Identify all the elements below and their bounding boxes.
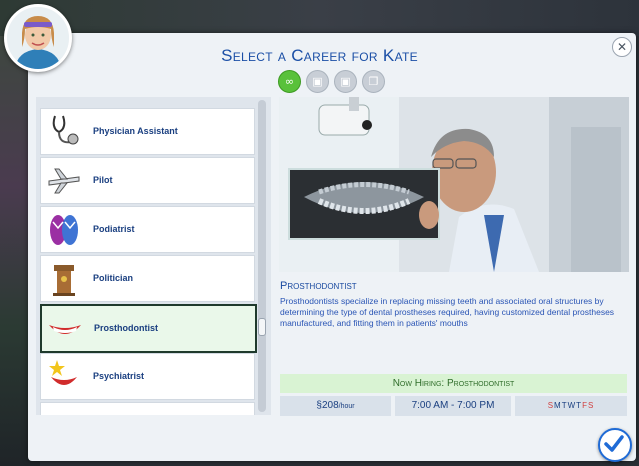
day-monday: M [554, 401, 561, 410]
career-list[interactable]: Physician Assistant Pilot Podiatrist Pol… [36, 97, 271, 415]
career-detail-title: Prosthodontist [280, 280, 357, 292]
day-wednesday: W [567, 401, 576, 410]
now-hiring-banner: Now Hiring: Prosthodontist [280, 374, 627, 393]
work-hours-text: 7:00 AM - 7:00 PM [411, 400, 495, 411]
career-label: Podiatrist [93, 224, 135, 234]
career-detail-description: Prosthodontists specialize in replacing … [280, 296, 615, 328]
airplane-icon [45, 161, 83, 199]
day-tuesday: T [561, 401, 567, 410]
stethoscope-icon [45, 112, 83, 150]
pay-unit: /hour [338, 403, 355, 410]
career-label: Prosthodontist [94, 323, 158, 333]
sim-avatar [4, 4, 72, 72]
career-list-scrollbar[interactable] [258, 100, 266, 412]
smile-teeth-icon [46, 309, 84, 347]
flip-flops-icon [45, 210, 83, 248]
filter-part-time-briefcase-icon[interactable]: ▣ [306, 70, 329, 93]
career-item-politician[interactable]: Politician [40, 255, 255, 302]
work-hours: 7:00 AM - 7:00 PM [395, 396, 511, 416]
career-item-prosthodontist[interactable]: Prosthodontist [40, 304, 257, 353]
filter-all-infinity-icon[interactable]: ∞ [278, 70, 301, 93]
day-saturday: S [587, 401, 594, 410]
day-sunday: S [547, 401, 554, 410]
career-item-pilot[interactable]: Pilot [40, 157, 255, 204]
career-label: Psychiatrist [93, 371, 145, 381]
confirm-button[interactable] [598, 428, 632, 462]
career-item-psychiatrist[interactable]: Psychiatrist [40, 353, 255, 400]
podium-icon [45, 259, 83, 297]
career-label: Physician Assistant [93, 126, 178, 136]
close-button[interactable]: ✕ [612, 37, 632, 57]
work-days: SMTWTFS [515, 396, 627, 416]
scrollbar-thumb[interactable] [258, 318, 266, 336]
career-label: Pilot [93, 175, 113, 185]
dialog-title: Select a Career for Kate [221, 46, 418, 65]
filter-documents-icon[interactable]: ❐ [362, 70, 385, 93]
day-thursday: T [576, 401, 582, 410]
career-item-physician-assistant[interactable]: Physician Assistant [40, 108, 255, 155]
career-image [279, 97, 629, 272]
checkmark-icon [604, 435, 624, 452]
background-top [0, 0, 639, 36]
career-item-partial[interactable] [40, 402, 255, 415]
career-label: Politician [93, 273, 134, 283]
career-item-podiatrist[interactable]: Podiatrist [40, 206, 255, 253]
pay-amount: 208 [321, 400, 339, 411]
filter-freelance-briefcase-icon[interactable]: ▣ [334, 70, 357, 93]
pay-info: §208/hour [280, 396, 391, 416]
day-friday: F [582, 401, 587, 410]
mouth-star-icon [45, 357, 83, 395]
